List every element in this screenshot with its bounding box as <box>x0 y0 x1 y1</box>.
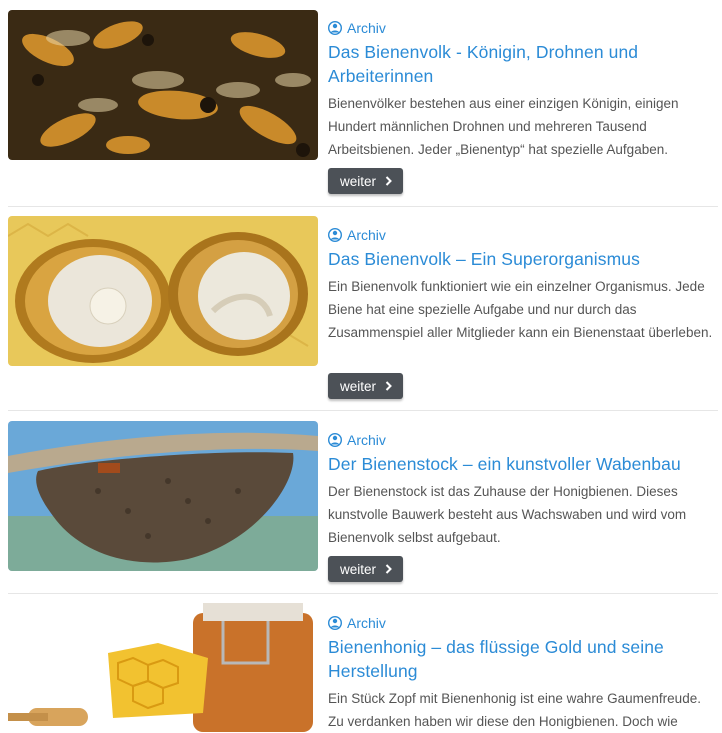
category-link[interactable]: Archiv <box>328 18 720 38</box>
article-excerpt: Der Bienenstock ist das Zuhause der Honi… <box>328 484 687 545</box>
article-title-link[interactable]: Das Bienenvolk – Ein Superorganismus <box>328 247 720 271</box>
article-title-link[interactable]: Das Bienenvolk - Königin, Drohnen und Ar… <box>328 40 720 88</box>
honey-image <box>8 603 318 732</box>
article-title-link[interactable]: Bienenhonig – das flüssige Gold und sein… <box>328 635 720 683</box>
article-title-link[interactable]: Der Bienenstock – ein kunstvoller Wabenb… <box>328 452 720 476</box>
article-image-bees-swarm[interactable] <box>8 10 318 160</box>
article-excerpt: Ein Bienenvolk funktioniert wie ein einz… <box>328 279 713 340</box>
category-label: Archiv <box>347 20 386 36</box>
archive-badge-icon <box>328 228 342 242</box>
archive-badge-icon <box>328 21 342 35</box>
category-label: Archiv <box>347 615 386 631</box>
article-content: Archiv Das Bienenvolk – Ein Superorganis… <box>328 225 720 344</box>
category-label: Archiv <box>347 432 386 448</box>
article-image-beehive[interactable] <box>8 421 318 571</box>
divider <box>8 206 718 207</box>
more-button-label: weiter <box>340 378 377 394</box>
category-link[interactable]: Archiv <box>328 613 720 633</box>
article-content: Archiv Der Bienenstock – ein kunstvoller… <box>328 430 720 549</box>
archive-badge-icon <box>328 433 342 447</box>
divider <box>8 410 718 411</box>
archive-badge-icon <box>328 616 342 630</box>
category-link[interactable]: Archiv <box>328 430 720 450</box>
more-button-wrap: weiter <box>328 373 404 399</box>
more-button-wrap: weiter <box>328 168 404 194</box>
divider <box>8 593 718 594</box>
category-link[interactable]: Archiv <box>328 225 720 245</box>
chevron-right-icon <box>385 564 392 574</box>
article-excerpt: Ein Stück Zopf mit Bienenhonig ist eine … <box>328 691 701 729</box>
bees-image <box>8 10 318 160</box>
more-button-label: weiter <box>340 173 377 189</box>
category-label: Archiv <box>347 227 386 243</box>
chevron-right-icon <box>385 176 392 186</box>
article-image-honey[interactable] <box>8 603 318 732</box>
more-button[interactable]: weiter <box>328 168 404 194</box>
more-button[interactable]: weiter <box>328 373 404 399</box>
queen-cells-image <box>8 216 318 366</box>
beehive-image <box>8 421 318 571</box>
article-excerpt: Bienenvölker bestehen aus einer einzigen… <box>328 96 679 157</box>
article-image-queen-cells[interactable] <box>8 216 318 366</box>
article-content: Archiv Bienenhonig – das flüssige Gold u… <box>328 613 720 733</box>
chevron-right-icon <box>385 381 392 391</box>
more-button-wrap: weiter <box>328 556 404 582</box>
more-button-label: weiter <box>340 561 377 577</box>
more-button[interactable]: weiter <box>328 556 404 582</box>
article-content: Archiv Das Bienenvolk - Königin, Drohnen… <box>328 18 720 161</box>
